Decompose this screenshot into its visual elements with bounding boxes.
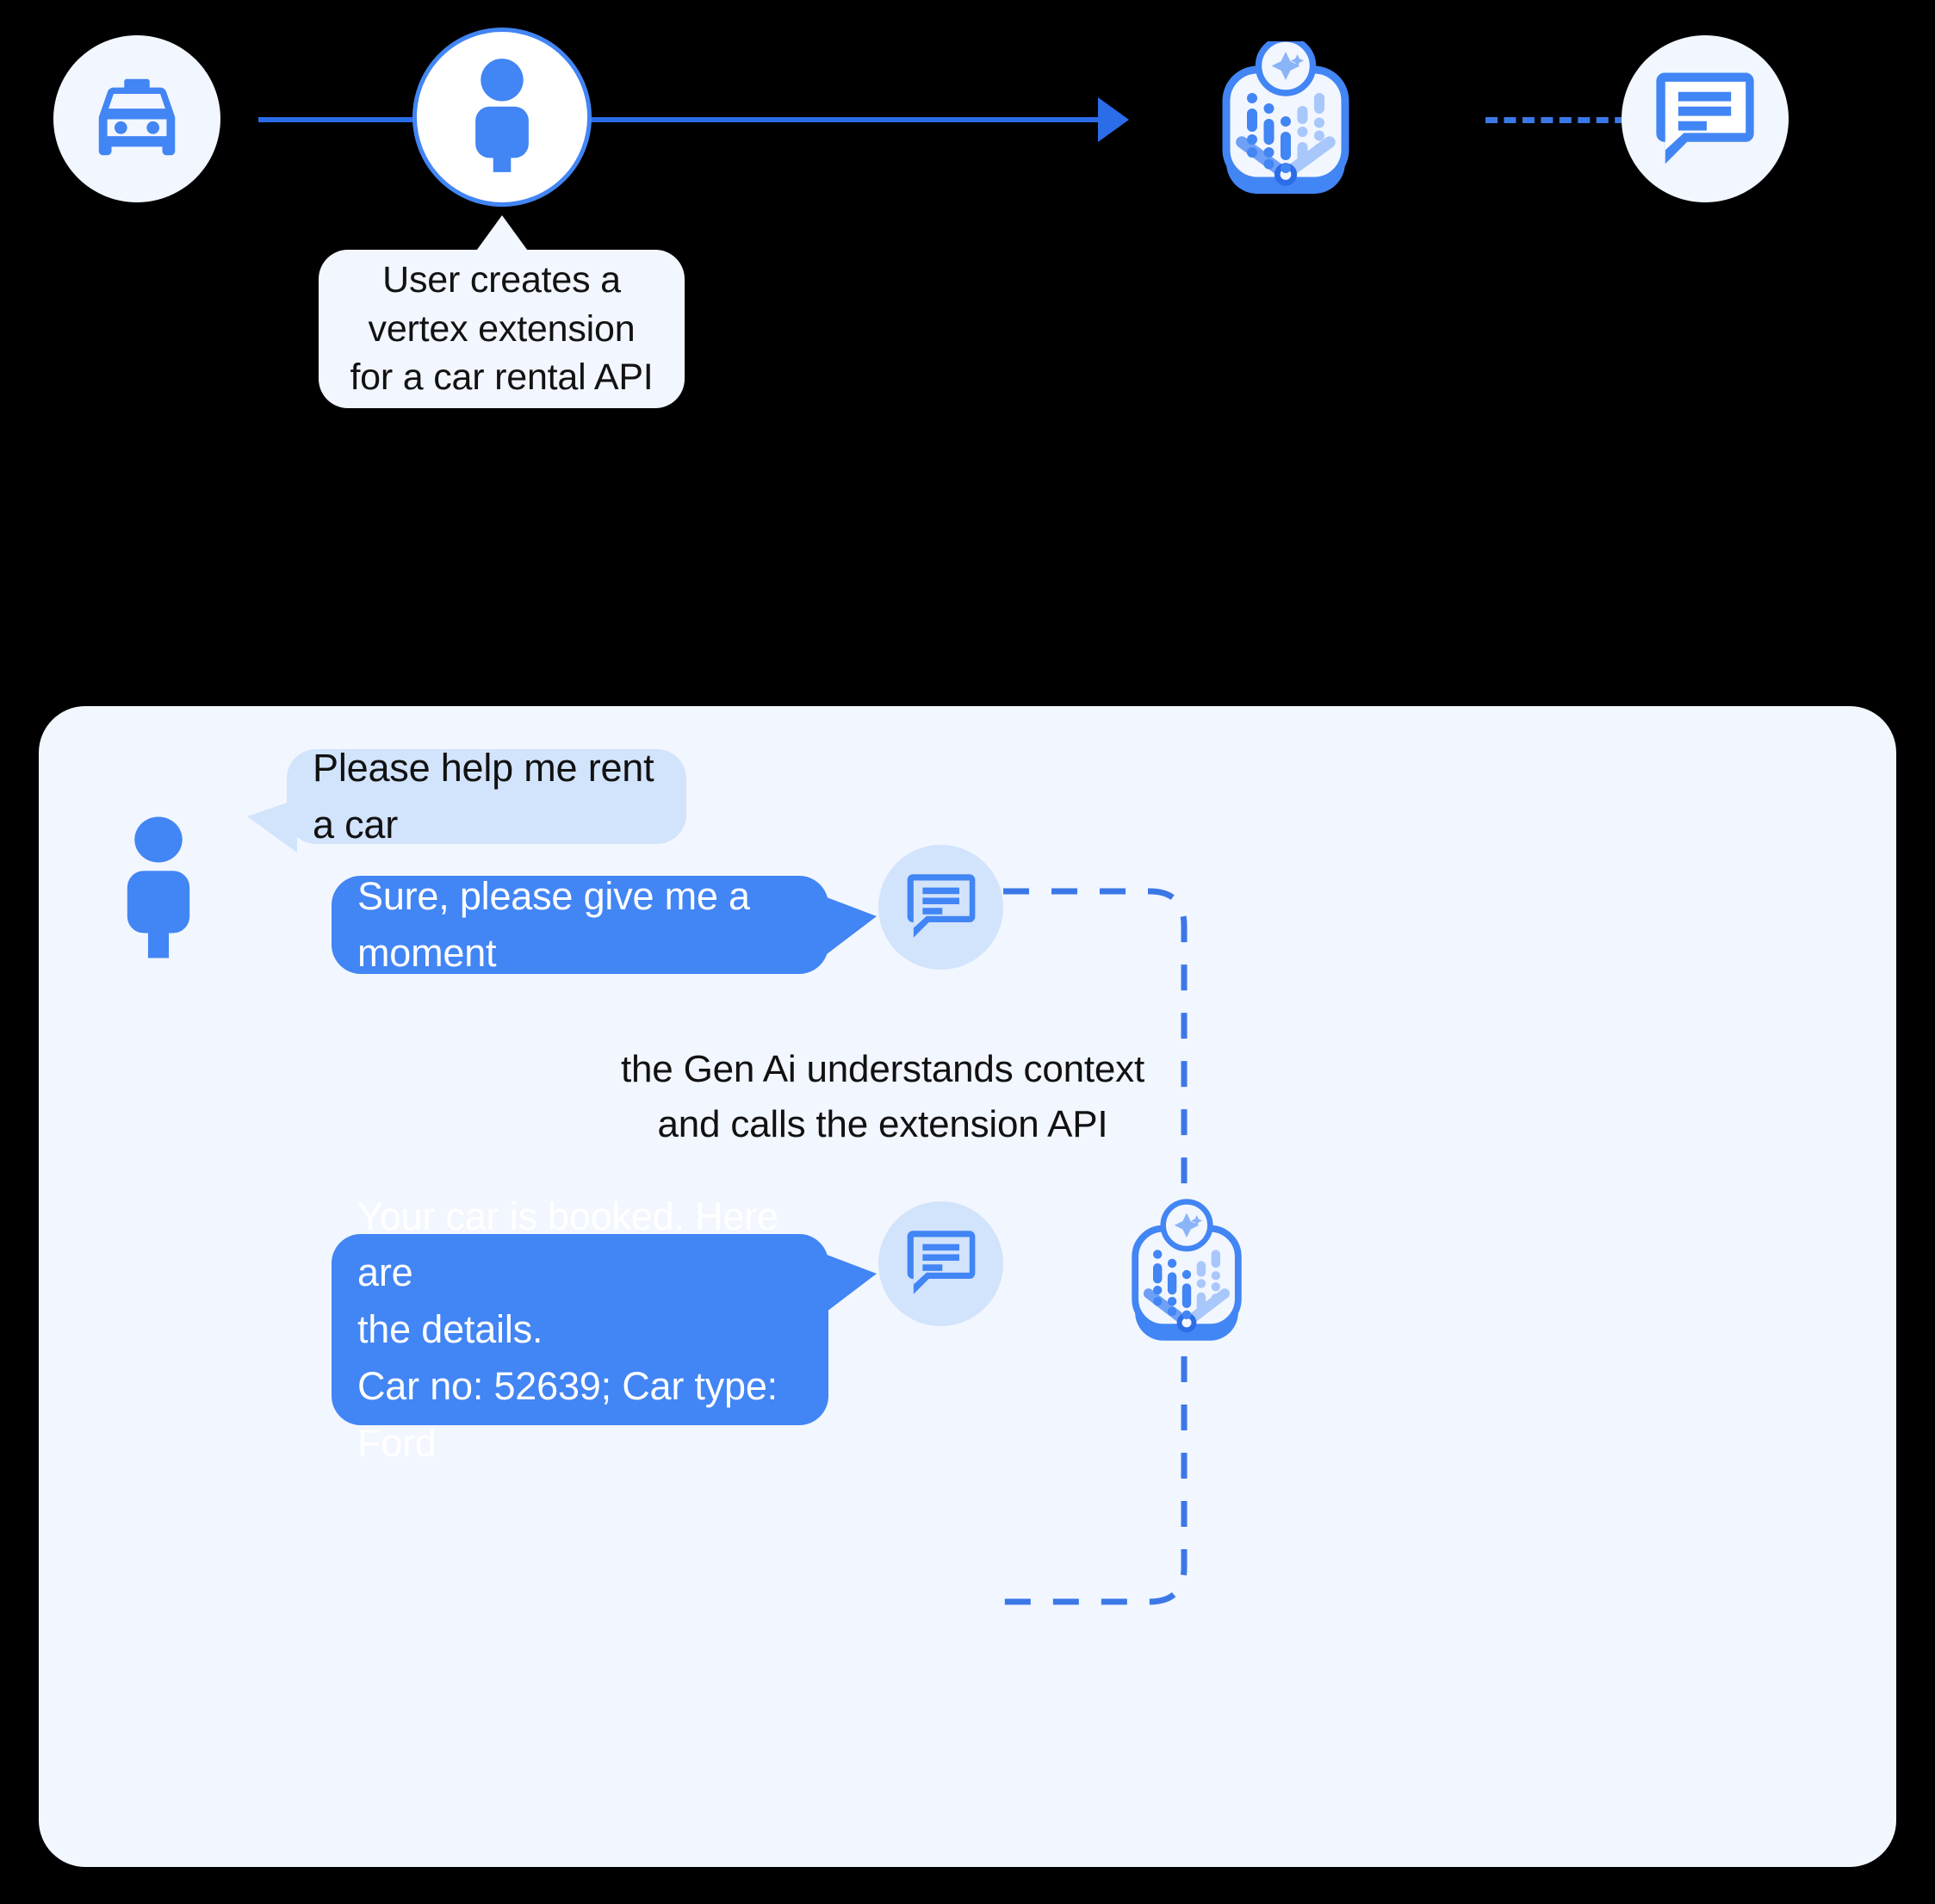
chat-message-user-text: Please help me rent a car [313, 746, 654, 847]
assistant-chat-icon-bottom[interactable] [878, 1201, 1003, 1326]
callout-line-1: User creates a [382, 258, 621, 301]
taxi-icon [86, 66, 188, 172]
chat-annotation-text: the Gen Ai understands context and calls… [621, 1048, 1144, 1145]
chat-message-assistant-1-text: Sure, please give me a moment [357, 874, 750, 975]
chat-message-user[interactable]: Please help me rent a car [287, 746, 686, 847]
chat-panel: Please help me rent a car Sure, please g… [39, 706, 1896, 1867]
chat-message-assistant-2-text: Your car is booked. Here are the details… [357, 1194, 778, 1465]
chat-message-assistant-1[interactable]: Sure, please give me a moment [332, 874, 828, 975]
vertex-extension-icon [1132, 1199, 1242, 1341]
assistant-chat-icon-top[interactable] [878, 845, 1003, 970]
person-icon [472, 58, 532, 177]
chat-message-assistant-2[interactable]: Your car is booked. Here are the details… [332, 1194, 828, 1465]
flow-node-chat[interactable] [1622, 35, 1789, 202]
callout-user-creates-extension: User creates a vertex extension for a ca… [319, 250, 685, 408]
flow-node-extension[interactable] [1208, 35, 1363, 196]
flow-node-user[interactable] [412, 28, 592, 207]
flow-node-taxi[interactable] [53, 35, 220, 202]
chat-user-avatar [123, 816, 194, 963]
assistant-bubble-2-tail [827, 1255, 877, 1312]
flow-arrowhead-icon [1098, 97, 1129, 142]
chat-bubble-icon [1652, 66, 1758, 172]
chat-extension-icon[interactable] [1119, 1188, 1254, 1361]
callout-line-3: for a car rental API [350, 357, 654, 399]
chat-bubble-icon [904, 870, 978, 945]
callout-tail [474, 215, 530, 253]
vertex-extension-icon [1222, 35, 1349, 194]
person-icon [127, 816, 190, 958]
flow-connector-right [564, 117, 1098, 122]
callout-line-2: vertex extension [368, 307, 636, 350]
chat-bubble-icon [904, 1226, 978, 1301]
assistant-bubble-1-tail [827, 897, 877, 954]
